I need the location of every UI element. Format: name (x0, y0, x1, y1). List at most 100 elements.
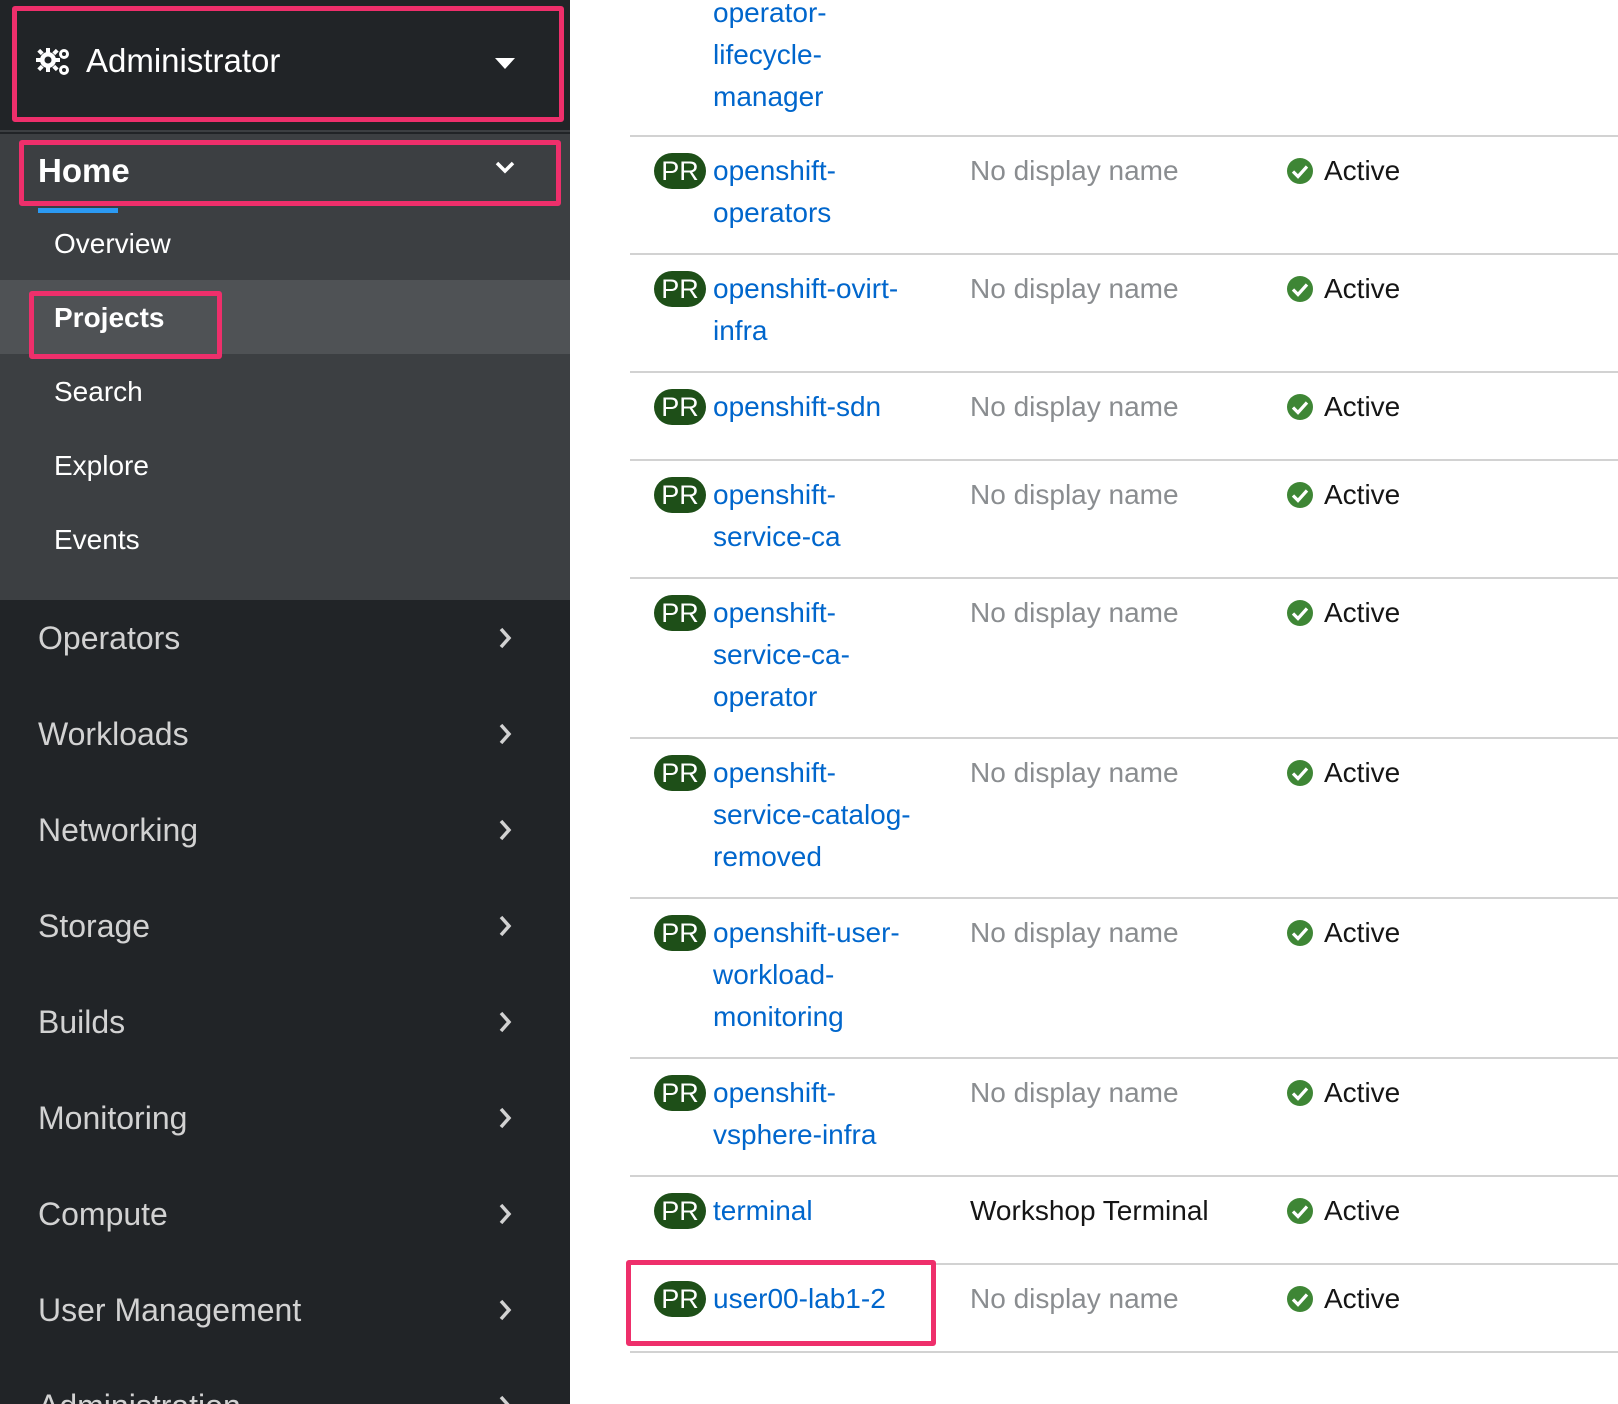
sidebar-item-label: Projects (54, 302, 165, 333)
project-badge: PR (654, 477, 706, 513)
status-text: Active (1324, 1283, 1401, 1314)
display-name: No display name (970, 155, 1179, 186)
nav-section-home: Home Overview Projects Search Explore Ev… (0, 134, 570, 600)
name-line: workload- (713, 959, 835, 990)
check-circle-icon (1287, 760, 1313, 786)
nav-item-label: Compute (38, 1196, 168, 1232)
name-line: service-ca (713, 521, 841, 552)
project-name-link[interactable]: openshift-user- workload- monitoring (713, 912, 943, 1038)
nav-item-monitoring[interactable]: Monitoring (0, 1072, 570, 1168)
chevron-right-icon (499, 627, 512, 649)
check-circle-icon (1287, 600, 1313, 626)
name-line: operators (713, 197, 832, 228)
nav-item-administration[interactable]: Administration (0, 1360, 570, 1404)
display-name: No display name (970, 479, 1179, 510)
chevron-right-icon (499, 1203, 512, 1225)
chevron-right-icon (499, 723, 512, 745)
name-line: monitoring (713, 1001, 844, 1032)
name-line: openshift- (713, 597, 836, 628)
chevron-right-icon (499, 1395, 510, 1404)
sidebar: Administrator Home Overview Projects Sea… (0, 0, 570, 1404)
chevron-right-icon (499, 1107, 512, 1129)
name-line: vsphere-infra (713, 1119, 877, 1150)
sidebar-item-label: Explore (54, 450, 149, 481)
display-name: No display name (970, 1077, 1179, 1108)
project-name-link[interactable]: terminal (713, 1190, 943, 1232)
chevron-down-icon (495, 161, 515, 174)
table-row: PR openshift- service-catalog- removed N… (630, 739, 1618, 899)
check-circle-icon (1287, 276, 1313, 302)
status-text: Active (1324, 479, 1401, 510)
chevron-right-icon (499, 1011, 512, 1033)
sidebar-item-explore[interactable]: Explore (0, 428, 570, 502)
perspective-switcher[interactable]: Administrator (0, 0, 570, 132)
nav-item-label: Builds (38, 1004, 126, 1040)
chevron-right-icon (499, 819, 512, 841)
sidebar-item-projects[interactable]: Projects (0, 280, 570, 354)
status-text: Active (1324, 1195, 1401, 1226)
chevron-right-icon (499, 1299, 512, 1321)
project-badge: PR (654, 595, 706, 631)
name-line: service-ca- (713, 639, 850, 670)
sidebar-item-search[interactable]: Search (0, 354, 570, 428)
display-name: No display name (970, 273, 1179, 304)
status-text: Active (1324, 273, 1401, 304)
name-line: user00-lab1-2 (713, 1283, 886, 1314)
sidebar-item-label: Events (54, 524, 140, 555)
name-line: openshift- (713, 1077, 836, 1108)
table-row: PR openshift-sdn No display name Active (630, 373, 1618, 461)
project-badge: PR (654, 1075, 706, 1111)
name-line: removed (713, 841, 822, 872)
nav-item-networking[interactable]: Networking (0, 784, 570, 880)
check-circle-icon (1287, 158, 1313, 184)
display-name: No display name (970, 1283, 1179, 1314)
check-circle-icon (1287, 920, 1313, 946)
check-circle-icon (1287, 482, 1313, 508)
nav-item-label: Workloads (38, 716, 189, 752)
project-name-link[interactable]: user00-lab1-2 (713, 1278, 943, 1320)
status-text: Active (1324, 391, 1401, 422)
project-name-link[interactable]: openshift-ovirt- infra (713, 268, 943, 352)
table-row: PR openshift-ovirt- infra No display nam… (630, 255, 1618, 373)
name-line: openshift- (713, 155, 836, 186)
name-line: operator- (713, 0, 827, 28)
project-name-link[interactable]: openshift- service-catalog- removed (713, 752, 943, 878)
nav-item-builds[interactable]: Builds (0, 976, 570, 1072)
table-row: PR user00-lab1-2 No display name Active (630, 1265, 1618, 1353)
chevron-right-icon (499, 915, 512, 937)
check-circle-icon (1287, 1080, 1313, 1106)
display-name: No display name (970, 917, 1179, 948)
status-text: Active (1324, 597, 1401, 628)
project-name-link[interactable]: openshift- vsphere-infra (713, 1072, 943, 1156)
table-row: PR terminal Workshop Terminal Active (630, 1177, 1618, 1265)
project-badge: PR (654, 153, 706, 189)
nav-item-label: Monitoring (38, 1100, 188, 1136)
project-name-link[interactable]: openshift- service-ca (713, 474, 943, 558)
project-name-link[interactable]: openshift- service-ca- operator (713, 592, 943, 718)
project-name-link[interactable]: openshift-sdn (713, 386, 943, 428)
sidebar-item-overview[interactable]: Overview (0, 206, 570, 280)
sidebar-item-events[interactable]: Events (0, 502, 570, 576)
nav-item-user-management[interactable]: User Management (0, 1264, 570, 1360)
display-name: No display name (970, 757, 1179, 788)
status-text: Active (1324, 757, 1401, 788)
nav-item-compute[interactable]: Compute (0, 1168, 570, 1264)
name-line: service-catalog- (713, 799, 911, 830)
nav-item-home-label: Home (38, 152, 130, 189)
nav-item-workloads[interactable]: Workloads (0, 688, 570, 784)
nav-item-operators[interactable]: Operators (0, 592, 570, 688)
table-row: operator- lifecycle- manager (630, 0, 1618, 137)
project-name-link[interactable]: openshift- operators (713, 150, 943, 234)
name-line: operator (713, 681, 818, 712)
project-badge: PR (654, 1281, 706, 1317)
project-name-link[interactable]: operator- lifecycle- manager (713, 0, 943, 118)
project-badge: PR (654, 389, 706, 425)
nav-item-storage[interactable]: Storage (0, 880, 570, 976)
projects-table: operator- lifecycle- manager PR openshif… (570, 0, 1618, 1404)
nav-item-label: Operators (38, 620, 181, 656)
nav-item-home[interactable]: Home (0, 134, 570, 206)
nav-item-label: User Management (38, 1292, 302, 1328)
name-line: openshift-sdn (713, 391, 882, 422)
display-name: Workshop Terminal (970, 1195, 1209, 1226)
display-name: No display name (970, 391, 1179, 422)
